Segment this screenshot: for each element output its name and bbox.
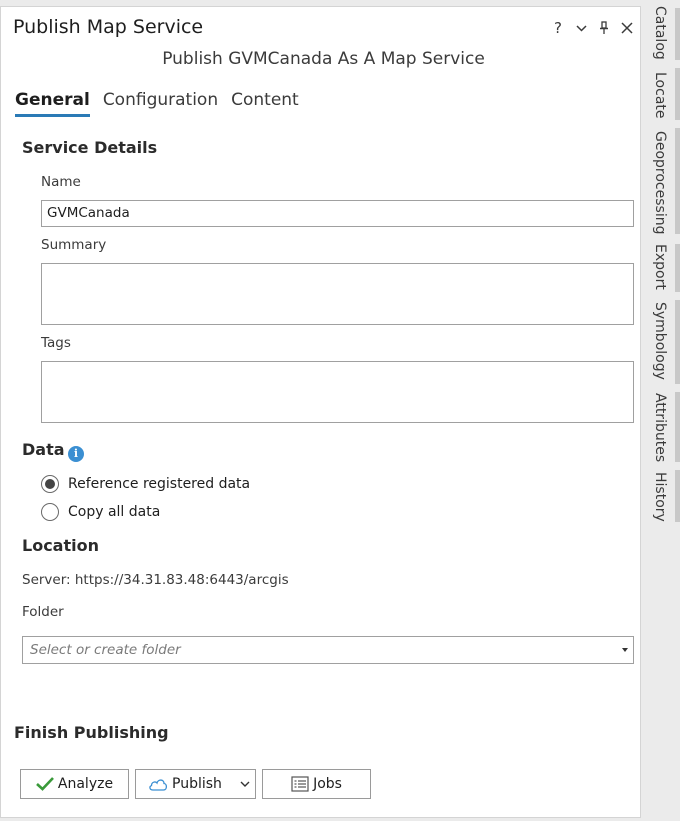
- tab-indicator: [675, 8, 680, 60]
- finish-publishing-heading: Finish Publishing: [14, 723, 169, 742]
- pin-icon[interactable]: [597, 21, 611, 35]
- tab-indicator: [675, 470, 680, 522]
- analyze-button[interactable]: Analyze: [20, 769, 129, 799]
- close-icon[interactable]: [620, 22, 634, 34]
- radio-copy-all-data[interactable]: Copy all data: [41, 503, 160, 521]
- tab-bar: General Configuration Content: [15, 90, 299, 117]
- pane-title: Publish Map Service: [13, 16, 204, 38]
- tags-label: Tags: [41, 335, 71, 351]
- tab-configuration[interactable]: Configuration: [103, 90, 218, 117]
- tab-general[interactable]: General: [15, 90, 90, 117]
- tab-content[interactable]: Content: [231, 90, 299, 117]
- radio-reference-registered-data[interactable]: Reference registered data: [41, 475, 250, 493]
- service-details-heading: Service Details: [22, 138, 158, 157]
- jobs-button[interactable]: Jobs: [262, 769, 371, 799]
- sidebar-tab-locate[interactable]: Locate: [652, 72, 668, 119]
- chevron-down-icon[interactable]: [240, 781, 250, 788]
- summary-textarea[interactable]: [41, 263, 634, 325]
- dropdown-arrow-icon[interactable]: [622, 648, 628, 652]
- publish-button[interactable]: Publish: [135, 769, 256, 799]
- pane-subtitle: Publish GVMCanada As A Map Service: [162, 49, 485, 69]
- options-menu-icon[interactable]: [574, 24, 588, 32]
- publish-map-service-pane: Publish Map Service ? Publish GVMCanada …: [0, 6, 641, 818]
- info-icon[interactable]: i: [68, 446, 84, 462]
- name-input[interactable]: GVMCanada: [41, 200, 634, 227]
- dock-sidebar: Catalog Locate Geoprocessing Export Symb…: [641, 0, 680, 821]
- tab-indicator: [675, 392, 680, 462]
- tab-indicator: [675, 68, 680, 120]
- tab-indicator: [675, 244, 680, 292]
- checkmark-icon: [36, 777, 54, 791]
- radio-dot: [45, 479, 55, 489]
- tags-textarea[interactable]: [41, 361, 634, 423]
- sidebar-tab-attributes[interactable]: Attributes: [652, 393, 668, 462]
- tab-indicator: [675, 128, 680, 234]
- help-icon[interactable]: ?: [551, 19, 565, 37]
- tab-indicator: [675, 300, 680, 384]
- cloud-icon: [149, 778, 168, 791]
- server-url: Server: https://34.31.83.48:6443/arcgis: [22, 572, 289, 588]
- publish-label: Publish: [172, 776, 222, 792]
- sidebar-tab-geoprocessing[interactable]: Geoprocessing: [652, 131, 668, 234]
- sidebar-tab-catalog[interactable]: Catalog: [652, 6, 668, 60]
- folder-placeholder: Select or create folder: [30, 642, 181, 658]
- pane-controls: ?: [551, 19, 634, 37]
- sidebar-tab-history[interactable]: History: [652, 472, 668, 522]
- analyze-label: Analyze: [57, 776, 114, 792]
- sidebar-tab-export[interactable]: Export: [652, 244, 668, 290]
- radio-label: Reference registered data: [68, 476, 251, 492]
- radio-button-selected[interactable]: [41, 475, 59, 493]
- radio-button[interactable]: [41, 503, 59, 521]
- location-heading: Location: [22, 536, 99, 555]
- name-label: Name: [41, 174, 81, 190]
- jobs-list-icon: [291, 776, 309, 792]
- sidebar-tab-symbology[interactable]: Symbology: [652, 302, 668, 380]
- jobs-label: Jobs: [313, 776, 342, 792]
- summary-label: Summary: [41, 237, 107, 253]
- radio-label: Copy all data: [68, 504, 161, 520]
- data-heading: Data: [22, 440, 65, 459]
- folder-label: Folder: [22, 604, 64, 620]
- folder-select[interactable]: Select or create folder: [22, 636, 634, 664]
